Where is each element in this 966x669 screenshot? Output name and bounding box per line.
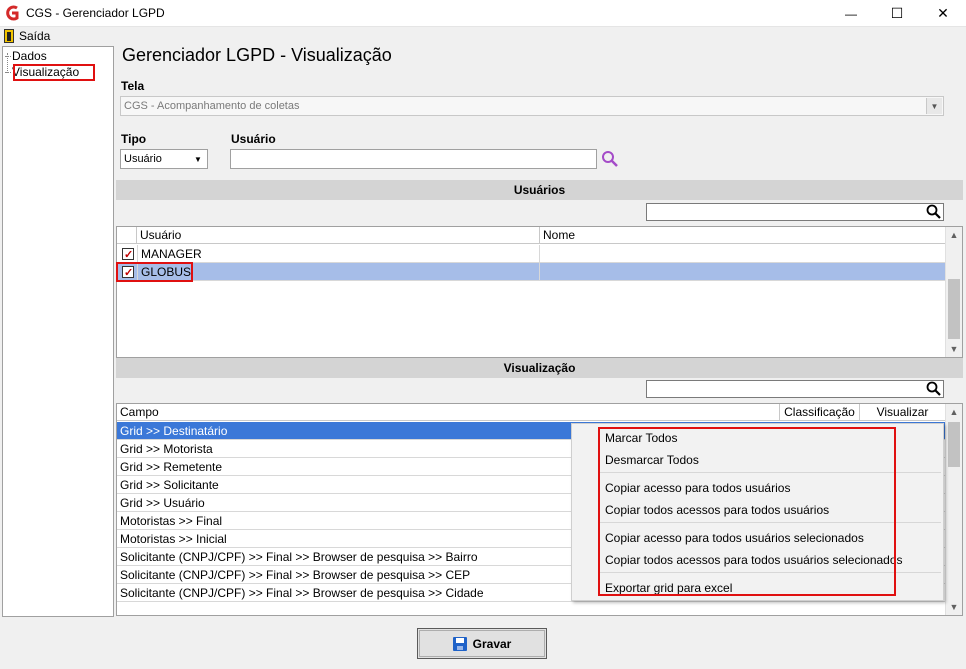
- maximize-button[interactable]: ☐: [874, 0, 920, 27]
- row-checkbox[interactable]: [122, 246, 134, 264]
- save-button[interactable]: Gravar: [417, 628, 547, 659]
- page-title: Gerenciador LGPD - Visualização: [122, 45, 392, 65]
- usuario-label: Usuário: [231, 132, 276, 146]
- floppy-disk-icon: [452, 636, 467, 651]
- usuarios-section-header: Usuários: [116, 180, 963, 200]
- cell-nome: [540, 245, 946, 263]
- tipo-value: Usuário: [124, 153, 162, 165]
- tela-select[interactable]: CGS - Acompanhamento de coletas ▼: [120, 96, 944, 116]
- annotation-box: [598, 427, 896, 596]
- tela-value: CGS - Acompanhamento de coletas: [124, 100, 300, 112]
- column-header-campo[interactable]: Campo: [117, 404, 780, 421]
- context-menu: Marcar Todos Desmarcar Todos Copiar aces…: [571, 423, 944, 601]
- title-bar: CGS - Gerenciador LGPD — ☐ ✕: [0, 0, 966, 27]
- save-button-label: Gravar: [472, 636, 512, 651]
- cell-usuario: GLOBUS: [137, 263, 540, 281]
- column-header-visualizar[interactable]: Visualizar: [860, 404, 946, 421]
- exit-door-icon[interactable]: [4, 29, 14, 43]
- tela-label: Tela: [121, 79, 145, 93]
- grid-check-header: [117, 227, 137, 244]
- search-icon[interactable]: [601, 150, 619, 168]
- cell-usuario: MANAGER: [137, 245, 540, 263]
- minimize-button[interactable]: —: [828, 0, 874, 27]
- scroll-thumb[interactable]: [948, 422, 960, 467]
- chevron-down-icon[interactable]: ▼: [190, 151, 206, 167]
- annotation-box: [116, 262, 193, 282]
- usuarios-grid: Usuário Nome MANAGER GLOBUS ▲ ▼: [116, 226, 963, 358]
- scroll-up-icon[interactable]: ▲: [946, 227, 962, 243]
- tipo-select[interactable]: Usuário ▼: [120, 149, 208, 169]
- close-button[interactable]: ✕: [920, 0, 966, 27]
- tipo-label: Tipo: [121, 132, 147, 146]
- visualizacao-section-header: Visualização: [116, 358, 963, 378]
- usuario-input[interactable]: [230, 149, 597, 169]
- annotation-box: [13, 64, 95, 81]
- search-icon[interactable]: [926, 204, 942, 220]
- chevron-down-icon[interactable]: ▼: [926, 98, 942, 114]
- usuarios-scrollbar[interactable]: ▲ ▼: [945, 227, 962, 357]
- table-row-selected[interactable]: GLOBUS: [117, 263, 946, 282]
- visualizacao-scrollbar[interactable]: ▲ ▼: [945, 404, 962, 615]
- table-row[interactable]: MANAGER: [117, 245, 946, 264]
- visualizacao-search-input[interactable]: [646, 380, 944, 398]
- scroll-thumb[interactable]: [948, 279, 960, 339]
- app-logo-icon: [6, 5, 19, 21]
- scroll-down-icon[interactable]: ▼: [946, 599, 962, 615]
- navigation-tree: Dados Visualização: [2, 46, 114, 617]
- window-title: CGS - Gerenciador LGPD: [26, 6, 165, 20]
- column-header-classificacao[interactable]: Classificação: [780, 404, 860, 421]
- tree-item-dados[interactable]: Dados: [5, 49, 47, 63]
- usuarios-search-input[interactable]: [646, 203, 944, 221]
- menu-bar: Saída: [0, 27, 966, 46]
- scroll-down-icon[interactable]: ▼: [946, 341, 962, 357]
- column-header-nome[interactable]: Nome: [540, 227, 946, 244]
- menu-exit[interactable]: Saída: [19, 29, 50, 43]
- column-header-usuario[interactable]: Usuário: [137, 227, 540, 244]
- cell-nome: [540, 263, 946, 281]
- search-icon[interactable]: [926, 381, 942, 397]
- scroll-up-icon[interactable]: ▲: [946, 404, 962, 420]
